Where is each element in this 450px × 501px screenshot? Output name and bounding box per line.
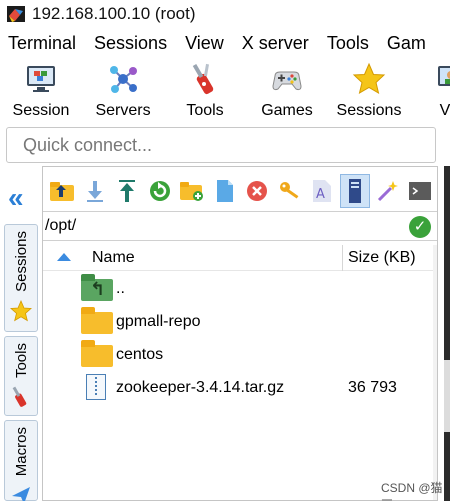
terminal-icon <box>408 182 431 200</box>
delete-button[interactable] <box>242 174 272 208</box>
delete-icon <box>247 181 267 201</box>
toolbar-label: Vie <box>439 102 450 119</box>
menu-tools[interactable]: Tools <box>318 33 378 54</box>
refresh-icon <box>149 181 170 201</box>
collapse-chevron-icon[interactable]: « <box>8 184 24 212</box>
folder-icon <box>81 340 113 367</box>
monitor-icon <box>24 62 58 96</box>
watermark-text: CSDN @猫豆~ <box>381 481 443 501</box>
view-button[interactable]: Vie <box>410 58 450 124</box>
file-name: zookeeper-3.4.14.tar.gz <box>116 379 285 396</box>
toolbar-label: Servers <box>95 102 151 119</box>
parent-folder-icon: ↰ <box>81 274 113 301</box>
side-panel: « Sessions Tools Macros <box>0 166 42 501</box>
terminal-scrollbar-thumb[interactable] <box>444 360 450 432</box>
star-icon <box>10 299 32 322</box>
toolbar-label: Tools <box>186 102 224 119</box>
file-name: .. <box>116 280 125 297</box>
file-row[interactable]: gpmall-repo <box>43 304 437 337</box>
gamepad-icon <box>270 62 304 96</box>
terminal-pane-edge <box>444 166 450 501</box>
svg-text:A: A <box>316 187 325 202</box>
file-list: ↰ .. gpmall-repo centos zookeeper-3.4.14… <box>43 271 437 403</box>
knife-icon <box>10 386 32 408</box>
permissions-button[interactable] <box>275 174 305 208</box>
menu-view[interactable]: View <box>176 33 233 54</box>
file-list-header: Name Size (KB) <box>43 245 437 271</box>
mobaxterm-logo-icon <box>6 4 26 24</box>
file-size: 36 793 <box>348 379 397 396</box>
checkmark-icon[interactable]: ✓ <box>409 216 431 238</box>
open-terminal-button[interactable] <box>405 174 435 208</box>
file-name: centos <box>116 346 164 363</box>
sftp-toolbar: A <box>43 171 439 211</box>
column-name[interactable]: Name <box>92 249 135 267</box>
follow-terminal-button[interactable] <box>339 174 370 208</box>
menu-sessions[interactable]: Sessions <box>85 33 176 54</box>
parent-folder-button[interactable] <box>47 174 77 208</box>
archive-file-icon <box>81 374 113 400</box>
key-icon <box>279 182 298 199</box>
new-file-icon <box>216 180 233 202</box>
file-row[interactable]: centos <box>43 337 437 370</box>
sftp-browser: A ✓ Name Siz <box>42 166 438 501</box>
magic-wand-icon <box>377 181 398 202</box>
sort-ascending-icon[interactable] <box>57 253 71 261</box>
new-folder-button[interactable] <box>177 174 207 208</box>
folder-icon <box>81 307 113 334</box>
magic-wand-button[interactable] <box>372 174 402 208</box>
column-divider[interactable] <box>342 245 343 271</box>
file-row[interactable]: zookeeper-3.4.14.tar.gz 36 793 <box>43 370 437 403</box>
star-icon <box>352 62 386 96</box>
network-icon <box>106 62 140 96</box>
session-button[interactable]: Session <box>0 58 82 124</box>
refresh-button[interactable] <box>145 174 175 208</box>
menu-games[interactable]: Gam <box>378 33 435 54</box>
tab-tools[interactable]: Tools <box>4 336 38 416</box>
knife-icon <box>188 62 222 96</box>
upload-button[interactable] <box>112 174 142 208</box>
sessions-button[interactable]: Sessions <box>328 58 410 124</box>
tools-button[interactable]: Tools <box>164 58 246 124</box>
quick-connect-box <box>6 127 436 163</box>
file-list-scrollbar[interactable] <box>433 245 437 500</box>
menu-x-server[interactable]: X server <box>233 33 318 54</box>
menu-bar: Terminal Sessions View X server Tools Ga… <box>0 28 450 58</box>
column-size[interactable]: Size (KB) <box>348 249 416 267</box>
path-bar: ✓ <box>43 211 437 241</box>
tab-sessions[interactable]: Sessions <box>4 224 38 332</box>
tab-label: Sessions <box>12 231 30 292</box>
upload-icon <box>119 180 135 202</box>
toolbar-label: Sessions <box>336 102 402 119</box>
paper-plane-icon <box>10 484 32 501</box>
main-toolbar: Session Servers Tools Games Sessions V <box>0 58 450 124</box>
tab-label: Tools <box>12 343 30 379</box>
games-button[interactable]: Games <box>246 58 328 124</box>
title-bar: 192.168.100.10 (root) <box>0 0 450 27</box>
terminal-follow-icon <box>348 179 361 203</box>
download-icon <box>86 181 103 202</box>
folder-up-icon <box>50 182 74 201</box>
view-icon <box>434 62 450 96</box>
new-folder-icon <box>180 182 203 201</box>
tab-macros[interactable]: Macros <box>4 420 38 501</box>
toolbar-label: Session <box>12 102 70 119</box>
quick-connect-input[interactable] <box>7 134 435 156</box>
text-file-icon: A <box>313 180 331 202</box>
path-input[interactable] <box>43 217 403 235</box>
servers-button[interactable]: Servers <box>82 58 164 124</box>
toolbar-label: Games <box>261 102 313 119</box>
file-name: gpmall-repo <box>116 313 201 330</box>
new-file-button[interactable] <box>210 174 240 208</box>
file-row[interactable]: ↰ .. <box>43 271 437 304</box>
menu-terminal[interactable]: Terminal <box>0 33 85 54</box>
rename-button[interactable]: A <box>307 174 337 208</box>
download-button[interactable] <box>80 174 110 208</box>
window-title: 192.168.100.10 (root) <box>32 3 196 23</box>
tab-label: Macros <box>12 427 30 477</box>
